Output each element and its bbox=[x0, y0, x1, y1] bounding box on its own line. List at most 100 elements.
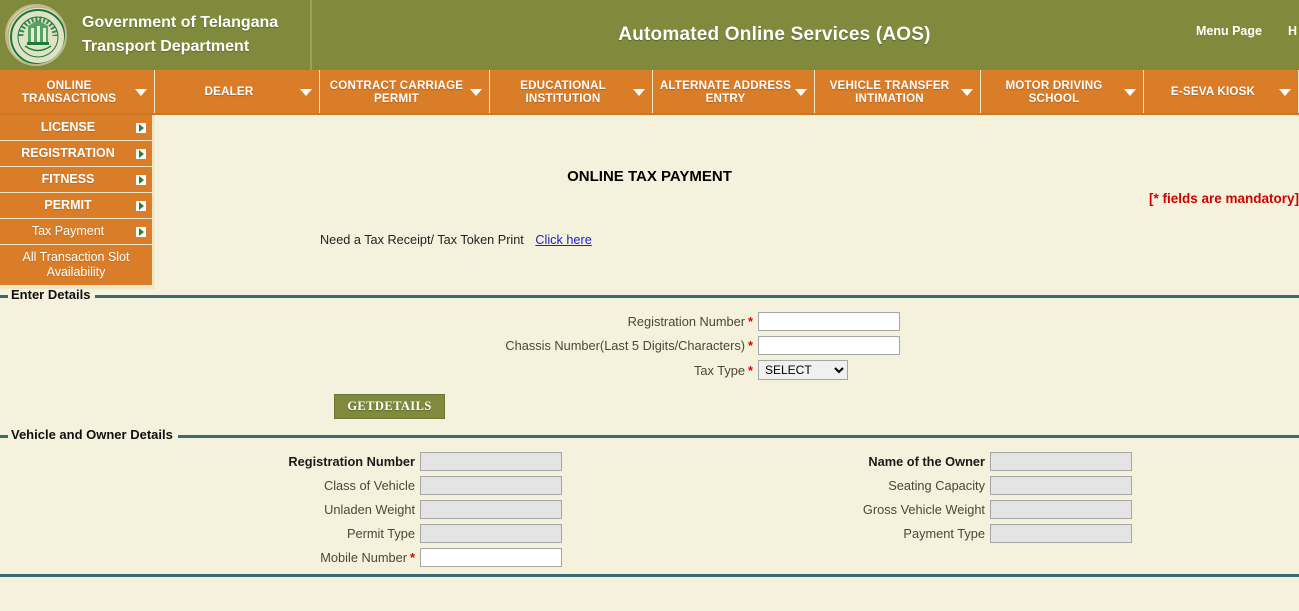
sidebar-item-label: Tax Payment bbox=[32, 224, 104, 238]
sidebar-item-label: All Transaction Slot Availability bbox=[23, 250, 130, 279]
nav-item-dealer[interactable]: DEALER bbox=[155, 70, 320, 113]
label-text: Mobile Number bbox=[320, 550, 407, 565]
field-row-permit-type: Permit Type bbox=[0, 524, 700, 543]
get-details-button[interactable]: GETDETAILS bbox=[334, 394, 444, 419]
gross-vehicle-weight-input bbox=[990, 500, 1132, 519]
sidebar-item-label: REGISTRATION bbox=[21, 146, 115, 160]
nav-item-e-seva-kiosk[interactable]: E-SEVA KIOSK bbox=[1144, 70, 1299, 113]
sidebar-item-license[interactable]: LICENSE bbox=[0, 115, 152, 141]
vehicle-owner-details-legend: Vehicle and Owner Details bbox=[8, 427, 178, 442]
nav-label: CONTRACT CARRIAGE PERMIT bbox=[326, 79, 467, 105]
field-row-tax-type: Tax Type* SELECT bbox=[0, 360, 1299, 380]
chevron-down-icon bbox=[1279, 89, 1291, 96]
nav-label: DEALER bbox=[205, 85, 254, 98]
mandatory-fields-note: [* fields are mandatory] bbox=[1149, 191, 1299, 206]
registration-number-input[interactable] bbox=[758, 312, 900, 331]
permit-type-input bbox=[420, 524, 562, 543]
arrow-right-icon bbox=[136, 123, 146, 133]
chevron-down-icon bbox=[135, 89, 147, 96]
page-title: Automated Online Services (AOS) bbox=[250, 24, 1299, 46]
chevron-down-icon bbox=[1124, 89, 1136, 96]
chevron-down-icon bbox=[795, 89, 807, 96]
nav-label: VEHICLE TRANSFER INTIMATION bbox=[821, 79, 958, 105]
vehicle-owner-columns: Registration Number Class of Vehicle Unl… bbox=[0, 452, 1299, 572]
sidebar-item-registration[interactable]: REGISTRATION bbox=[0, 141, 152, 167]
unladen-weight-label: Unladen Weight bbox=[0, 502, 420, 517]
vehicle-owner-right-column: Name of the Owner Seating Capacity Gross… bbox=[700, 452, 1299, 572]
required-asterisk: * bbox=[745, 314, 753, 329]
arrow-right-icon bbox=[136, 201, 146, 211]
nav-label: MOTOR DRIVING SCHOOL bbox=[987, 79, 1121, 105]
online-transactions-submenu: LICENSE REGISTRATION FITNESS PERMIT Tax … bbox=[0, 115, 155, 289]
enter-details-legend: Enter Details bbox=[8, 287, 95, 302]
mobile-number-label: Mobile Number* bbox=[0, 550, 420, 565]
seating-capacity-input bbox=[990, 476, 1132, 495]
mobile-number-input[interactable] bbox=[420, 548, 562, 567]
nav-item-online-transactions[interactable]: ONLINE TRANSACTIONS bbox=[0, 70, 155, 113]
field-row-unladen-weight: Unladen Weight bbox=[0, 500, 700, 519]
label-text: Tax Type bbox=[694, 363, 745, 378]
sidebar-item-fitness[interactable]: FITNESS bbox=[0, 167, 152, 193]
sidebar-item-all-transaction-slot-availability[interactable]: All Transaction Slot Availability bbox=[0, 245, 152, 286]
vod-registration-number-label: Registration Number bbox=[0, 454, 420, 469]
menu-page-link[interactable]: Menu Page bbox=[1196, 24, 1262, 38]
tax-type-select[interactable]: SELECT bbox=[758, 360, 848, 380]
field-row-payment-type: Payment Type bbox=[700, 524, 1299, 543]
registration-number-label: Registration Number* bbox=[0, 314, 758, 329]
label-text: Registration Number bbox=[628, 314, 745, 329]
field-row-seating-capacity: Seating Capacity bbox=[700, 476, 1299, 495]
required-asterisk: * bbox=[745, 338, 753, 353]
tax-type-label: Tax Type* bbox=[0, 363, 758, 378]
chassis-number-label: Chassis Number(Last 5 Digits/Characters)… bbox=[0, 338, 758, 353]
required-asterisk: * bbox=[407, 550, 415, 565]
arrow-right-icon bbox=[136, 227, 146, 237]
payment-type-label: Payment Type bbox=[700, 526, 990, 541]
sidebar-item-permit[interactable]: PERMIT bbox=[0, 193, 152, 219]
sidebar-item-label: FITNESS bbox=[42, 172, 95, 186]
field-row-class-of-vehicle: Class of Vehicle bbox=[0, 476, 700, 495]
primary-navigation: ONLINE TRANSACTIONS DEALER CONTRACT CARR… bbox=[0, 70, 1299, 115]
site-header: Government of Telangana Transport Depart… bbox=[0, 0, 1299, 70]
field-row-vod-registration-number: Registration Number bbox=[0, 452, 700, 471]
main-content: ONLINE TAX PAYMENT [* fields are mandato… bbox=[0, 115, 1299, 295]
name-of-owner-input bbox=[990, 452, 1132, 471]
field-row-gross-vehicle-weight: Gross Vehicle Weight bbox=[700, 500, 1299, 519]
required-asterisk: * bbox=[745, 363, 753, 378]
permit-type-label: Permit Type bbox=[0, 526, 420, 541]
field-row-name-of-owner: Name of the Owner bbox=[700, 452, 1299, 471]
nav-label: ONLINE TRANSACTIONS bbox=[6, 79, 132, 105]
nav-label: EDUCATIONAL INSTITUTION bbox=[496, 79, 630, 105]
enter-details-body: Registration Number* Chassis Number(Last… bbox=[0, 298, 1299, 435]
header-divider bbox=[310, 0, 312, 70]
enter-details-fieldset: Enter Details Registration Number* Chass… bbox=[0, 295, 1299, 435]
name-of-owner-label: Name of the Owner bbox=[700, 454, 990, 469]
class-of-vehicle-label: Class of Vehicle bbox=[0, 478, 420, 493]
sidebar-item-tax-payment[interactable]: Tax Payment bbox=[0, 219, 152, 245]
click-here-link[interactable]: Click here bbox=[535, 233, 591, 247]
gross-vehicle-weight-label: Gross Vehicle Weight bbox=[700, 502, 990, 517]
vehicle-owner-left-column: Registration Number Class of Vehicle Unl… bbox=[0, 452, 700, 572]
nav-item-educational-institution[interactable]: EDUCATIONAL INSTITUTION bbox=[490, 70, 653, 113]
nav-label: E-SEVA KIOSK bbox=[1171, 85, 1255, 98]
payment-type-input bbox=[990, 524, 1132, 543]
nav-item-motor-driving-school[interactable]: MOTOR DRIVING SCHOOL bbox=[981, 70, 1144, 113]
arrow-right-icon bbox=[136, 175, 146, 185]
field-row-mobile-number: Mobile Number* bbox=[0, 548, 700, 567]
page-bottom-rule bbox=[0, 574, 1299, 577]
tax-receipt-text: Need a Tax Receipt/ Tax Token Print bbox=[320, 233, 524, 247]
sidebar-item-label: LICENSE bbox=[41, 120, 95, 134]
nav-item-contract-carriage-permit[interactable]: CONTRACT CARRIAGE PERMIT bbox=[320, 70, 490, 113]
telangana-emblem-logo bbox=[0, 0, 72, 70]
home-link[interactable]: H bbox=[1288, 24, 1297, 38]
field-row-chassis-number: Chassis Number(Last 5 Digits/Characters)… bbox=[0, 336, 1299, 355]
vehicle-owner-details-body: Registration Number Class of Vehicle Unl… bbox=[0, 438, 1299, 582]
seating-capacity-label: Seating Capacity bbox=[700, 478, 990, 493]
get-details-button-wrap: GETDETAILS bbox=[0, 394, 1299, 419]
nav-item-vehicle-transfer-intimation[interactable]: VEHICLE TRANSFER INTIMATION bbox=[815, 70, 981, 113]
class-of-vehicle-input bbox=[420, 476, 562, 495]
vehicle-owner-details-fieldset: Vehicle and Owner Details Registration N… bbox=[0, 435, 1299, 582]
nav-item-alternate-address-entry[interactable]: ALTERNATE ADDRESS ENTRY bbox=[653, 70, 815, 113]
chevron-down-icon bbox=[633, 89, 645, 96]
emblem-icon bbox=[5, 4, 67, 66]
chassis-number-input[interactable] bbox=[758, 336, 900, 355]
